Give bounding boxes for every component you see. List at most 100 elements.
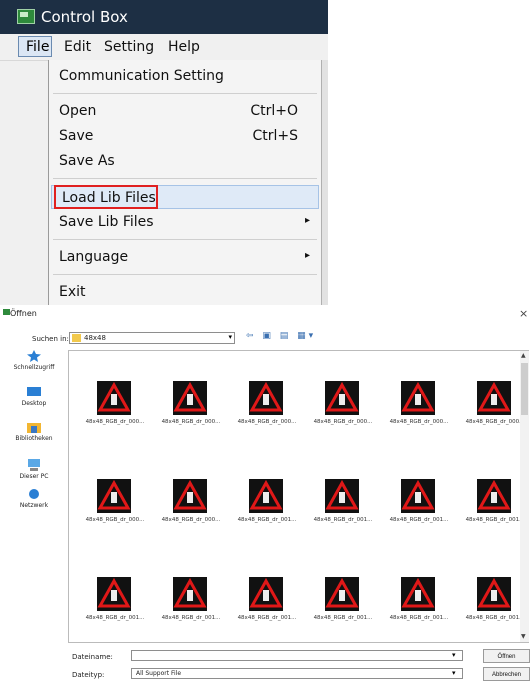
place-label: Netzwerk (19, 502, 49, 509)
close-icon[interactable]: × (519, 307, 528, 320)
menu-separator (53, 274, 317, 275)
scroll-down-icon[interactable]: ▼ (521, 633, 526, 640)
network-icon (29, 489, 39, 499)
open-button[interactable]: Öffnen (483, 649, 530, 663)
menu-item-save-as[interactable]: Save As (49, 149, 322, 173)
place-schnellzugriff[interactable]: Schnellzugriff (2, 350, 66, 371)
place-dieser-pc[interactable]: Dieser PC (2, 459, 66, 480)
menu-setting[interactable]: Setting (104, 39, 154, 55)
menu-item-open[interactable]: Open Ctrl+O (49, 99, 322, 123)
warning-sign-icon (477, 479, 511, 513)
menu-separator (53, 93, 317, 94)
menu-item-label: Communication Setting (59, 68, 224, 84)
menu-item-label: Save As (59, 153, 115, 169)
file-name: 48x48_RGB_dr_001... (85, 615, 145, 621)
file-name: 48x48_RGB_dr_001... (389, 615, 449, 621)
file-item[interactable]: 48x48_RGB_dr_001... (303, 577, 383, 647)
place-label: Dieser PC (19, 473, 49, 480)
menu-item-language[interactable]: Language ▸ (49, 245, 322, 269)
menu-item-label: Save (59, 128, 94, 144)
warning-sign-icon (401, 381, 435, 415)
place-netzwerk[interactable]: Netzwerk (2, 488, 66, 509)
warning-sign-icon (173, 381, 207, 415)
warning-sign-icon (173, 577, 207, 611)
warning-sign-icon (477, 381, 511, 415)
place-bibliotheken[interactable]: Bibliotheken (2, 421, 66, 442)
place-label: Bibliotheken (15, 435, 53, 442)
file-name: 48x48_RGB_dr_000... (313, 419, 373, 425)
open-dialog: Öffnen × Suchen in: 48x48 ▾ ⇦ ▣ ▤ ▦▾ Sch… (0, 305, 532, 684)
control-box-window: Control Box File Edit Setting Help Commu… (0, 0, 328, 305)
file-item[interactable]: 48x48_RGB_dr_001... (227, 577, 307, 647)
cancel-button[interactable]: Abbrechen (483, 667, 530, 681)
file-item[interactable]: 48x48_RGB_dr_000... (379, 381, 459, 451)
warning-sign-icon (249, 577, 283, 611)
chevron-down-icon[interactable]: ▾ (452, 651, 456, 659)
file-name: 48x48_RGB_dr_000... (85, 517, 145, 523)
menubar: File Edit Setting Help (0, 34, 328, 61)
file-name: 48x48_RGB_dr_001... (313, 517, 373, 523)
chevron-down-icon[interactable]: ▾ (452, 669, 456, 677)
file-item[interactable]: 48x48_RGB_dr_000... (75, 381, 155, 451)
file-item[interactable]: 48x48_RGB_dr_001... (75, 577, 155, 647)
warning-sign-icon (249, 381, 283, 415)
places-bar: Schnellzugriff Desktop Bibliotheken Dies… (14, 350, 66, 680)
menu-file-label: File (26, 39, 50, 55)
menu-item-load-lib-files[interactable]: Load Lib Files (51, 185, 319, 209)
file-menu-dropdown: Communication Setting Open Ctrl+O Save Ctr… (48, 60, 322, 305)
filetype-dropdown[interactable]: All Support File (131, 668, 463, 679)
shortcut-label: Ctrl+S (252, 128, 298, 144)
file-item[interactable]: 48x48_RGB_dr_000... (151, 381, 231, 451)
menu-item-communication-setting[interactable]: Communication Setting (49, 64, 322, 88)
warning-sign-icon (173, 479, 207, 513)
menu-edit[interactable]: Edit (64, 39, 91, 55)
file-item[interactable]: 48x48_RGB_dr_000... (227, 381, 307, 451)
file-name: 48x48_RGB_dr_000... (237, 419, 297, 425)
window-title: Control Box (41, 8, 128, 26)
file-item[interactable]: 48x48_RGB_dr_001... (379, 479, 459, 549)
filename-input[interactable] (131, 650, 463, 661)
computer-icon (28, 459, 40, 471)
warning-sign-icon (401, 479, 435, 513)
lookin-dropdown[interactable]: 48x48 ▾ (69, 332, 235, 344)
scrollbar-thumb[interactable] (521, 363, 528, 415)
app-icon (3, 309, 10, 315)
menu-separator (53, 239, 317, 240)
menu-item-exit[interactable]: Exit (49, 280, 322, 304)
filetype-value: All Support File (136, 670, 182, 677)
menu-item-save[interactable]: Save Ctrl+S (49, 124, 322, 148)
menu-file[interactable]: File (18, 36, 52, 57)
file-item[interactable]: 48x48_RGB_dr_001... (227, 479, 307, 549)
file-item[interactable]: 48x48_RGB_dr_000... (151, 479, 231, 549)
file-name: 48x48_RGB_dr_001... (389, 517, 449, 523)
toolbar-icons[interactable]: ⇦ ▣ ▤ ▦▾ (246, 331, 316, 341)
submenu-arrow-icon: ▸ (304, 215, 310, 226)
star-icon (27, 350, 41, 362)
menu-item-save-lib-files[interactable]: Save Lib Files ▸ (49, 210, 322, 234)
desktop-icon (27, 387, 41, 396)
folder-icon (72, 334, 81, 342)
place-label: Schnellzugriff (13, 364, 55, 371)
file-name: 48x48_RGB_dr_000... (389, 419, 449, 425)
place-label: Desktop (21, 400, 47, 407)
file-name: 48x48_RGB_dr_001... (237, 517, 297, 523)
menu-help[interactable]: Help (168, 39, 200, 55)
vertical-scrollbar[interactable]: ▲ ▼ (520, 351, 529, 642)
scroll-up-icon[interactable]: ▲ (521, 352, 526, 359)
warning-sign-icon (97, 381, 131, 415)
warning-sign-icon (401, 577, 435, 611)
file-name: 48x48_RGB_dr_001... (237, 615, 297, 621)
file-item[interactable]: 48x48_RGB_dr_001... (379, 577, 459, 647)
warning-sign-icon (325, 381, 359, 415)
file-item[interactable]: 48x48_RGB_dr_001... (303, 479, 383, 549)
shortcut-label: Ctrl+O (250, 103, 298, 119)
file-item[interactable]: 48x48_RGB_dr_000... (75, 479, 155, 549)
dialog-title: Öffnen (10, 309, 37, 318)
file-item[interactable]: 48x48_RGB_dr_001... (151, 577, 231, 647)
app-icon (17, 9, 35, 24)
warning-sign-icon (477, 577, 511, 611)
file-item[interactable]: 48x48_RGB_dr_000... (303, 381, 383, 451)
warning-sign-icon (97, 577, 131, 611)
place-desktop[interactable]: Desktop (2, 386, 66, 407)
menu-item-label: Save Lib Files (59, 214, 154, 230)
